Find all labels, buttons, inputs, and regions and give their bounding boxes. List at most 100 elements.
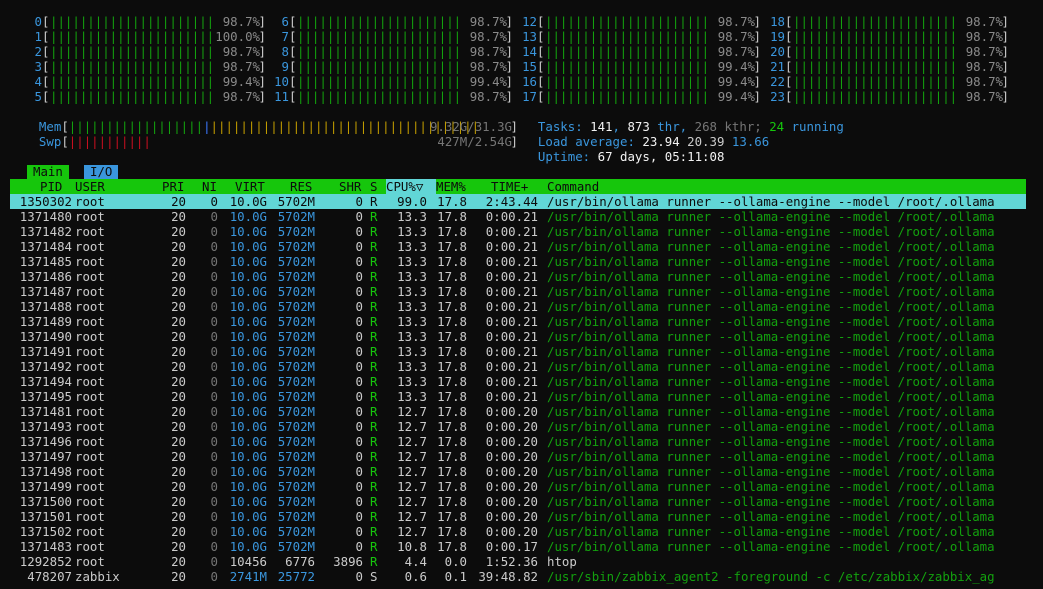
cpu-bracket-close: ] <box>753 14 761 29</box>
col-cpu[interactable]: CPU%▽ <box>386 179 436 194</box>
process-shr: 0 <box>355 539 363 554</box>
process-time: 0:00.21 <box>485 389 538 404</box>
process-cpu: 13.3 <box>397 359 427 374</box>
process-s: R <box>370 314 378 329</box>
process-row[interactable]: 1371489 root 20 0 10.0G 5702M 0 R 13.3 17.8 0:00.2… <box>10 314 1026 329</box>
cpu-bracket-close: ] <box>505 14 513 29</box>
process-virt: 2741M <box>229 569 267 584</box>
process-time: 1:52.36 <box>485 554 538 569</box>
process-user: root <box>75 224 105 239</box>
process-row[interactable]: 1371490 root 20 0 10.0G 5702M 0 R 13.3 17.8 0:00.2… <box>10 329 1026 344</box>
process-row[interactable]: 1371484 root 20 0 10.0G 5702M 0 R 13.3 17.8 0:00.2… <box>10 239 1026 254</box>
process-row[interactable]: 1371486 root 20 0 10.0G 5702M 0 R 13.3 17.8 0:00.2… <box>10 269 1026 284</box>
cpu-usage-bar: ||||||||||||||||||||||||||||||||||||||||… <box>545 44 707 59</box>
process-cpu: 13.3 <box>397 374 427 389</box>
process-mem: 17.8 <box>437 464 467 479</box>
process-virt: 10.0G <box>229 209 267 224</box>
process-time: 0:00.20 <box>485 479 538 494</box>
process-row[interactable]: 1292852 root 20 0 10456 6776 3896 R 4.4 0.0 1:52.3… <box>10 554 1026 569</box>
cpu-bracket-open: [ <box>42 14 50 29</box>
process-mem: 17.8 <box>437 284 467 299</box>
process-row[interactable]: 1371491 root 20 0 10.0G 5702M 0 R 13.3 17.8 0:00.2… <box>10 344 1026 359</box>
process-row[interactable]: 1371497 root 20 0 10.0G 5702M 0 R 12.7 17.8 0:00.2… <box>10 449 1026 464</box>
process-cpu: 13.3 <box>397 314 427 329</box>
tab-io[interactable]: I/O <box>84 165 119 179</box>
process-time: 0:00.21 <box>485 269 538 284</box>
process-row[interactable]: 1371493 root 20 0 10.0G 5702M 0 R 12.7 17.8 0:00.2… <box>10 419 1026 434</box>
process-ni: 0 <box>210 314 218 329</box>
tab-main[interactable]: Main <box>27 165 69 179</box>
process-ni: 0 <box>210 284 218 299</box>
col-pri[interactable]: PRI <box>162 179 184 194</box>
process-cmd: htop <box>547 554 577 569</box>
process-row[interactable]: 1371480 root 20 0 10.0G 5702M 0 R 13.3 17.8 0:00.2… <box>10 209 1026 224</box>
process-mem: 17.8 <box>437 209 467 224</box>
process-row[interactable]: 1371488 root 20 0 10.0G 5702M 0 R 13.3 17.8 0:00.2… <box>10 299 1026 314</box>
process-time: 0:00.21 <box>485 314 538 329</box>
cpu-meter-3: 3[||||||||||||||||||||||||||||||||||||||… <box>20 59 266 74</box>
col-virt[interactable]: VIRT <box>235 179 265 194</box>
cpu-usage-value: 98.7% <box>965 44 1003 59</box>
process-row[interactable]: 1371481 root 20 0 10.0G 5702M 0 R 12.7 17.8 0:00.2… <box>10 404 1026 419</box>
cpu-usage-value: 98.7% <box>469 89 507 104</box>
cpu-usage-bar: ||||||||||||||||||||||||||||||||||||||||… <box>545 89 707 104</box>
col-mem[interactable]: MEM% <box>436 179 466 194</box>
col-command[interactable]: Command <box>547 179 599 194</box>
col-res[interactable]: RES <box>290 179 312 194</box>
process-row[interactable]: 1371485 root 20 0 10.0G 5702M 0 R 13.3 17.8 0:00.2… <box>10 254 1026 269</box>
process-row[interactable]: 1371494 root 20 0 10.0G 5702M 0 R 13.3 17.8 0:00.2… <box>10 374 1026 389</box>
cpu-meter-5: 5[||||||||||||||||||||||||||||||||||||||… <box>20 89 266 104</box>
process-cmd: /usr/sbin/zabbix_agent2 -foreground -c /… <box>547 569 995 584</box>
col-s[interactable]: S <box>370 179 377 194</box>
process-shr: 0 <box>355 464 363 479</box>
process-user: root <box>75 329 105 344</box>
process-row[interactable]: 478207 zabbix 20 0 2741M 25772 0 S 0.6 0.1 39:48.8… <box>10 569 1026 584</box>
process-row[interactable]: 1371492 root 20 0 10.0G 5702M 0 R 13.3 17.8 0:00.2… <box>10 359 1026 374</box>
process-row[interactable]: 1350302 root 20 0 10.0G 5702M 0 R 99.0 17.8 2:43.4… <box>10 194 1026 209</box>
cpu-meter-19: 19[|||||||||||||||||||||||||||||||||||||… <box>763 29 1009 44</box>
cpu-bracket-close: ] <box>505 89 513 104</box>
process-row[interactable]: 1371498 root 20 0 10.0G 5702M 0 R 12.7 17.8 0:00.2… <box>10 464 1026 479</box>
process-mem: 17.8 <box>437 194 467 209</box>
cpu-meter-10: 10[|||||||||||||||||||||||||||||||||||||… <box>267 74 513 89</box>
process-shr: 0 <box>355 314 363 329</box>
process-ni: 0 <box>210 434 218 449</box>
process-shr: 0 <box>355 344 363 359</box>
col-user[interactable]: USER <box>75 179 105 194</box>
process-virt: 10.0G <box>229 239 267 254</box>
process-s: R <box>370 374 378 389</box>
process-user: root <box>75 524 105 539</box>
col-pid[interactable]: PID <box>40 179 62 194</box>
process-row[interactable]: 1371496 root 20 0 10.0G 5702M 0 R 12.7 17.8 0:00.2… <box>10 434 1026 449</box>
process-row[interactable]: 1371495 root 20 0 10.0G 5702M 0 R 13.3 17.8 0:00.2… <box>10 389 1026 404</box>
process-pri: 20 <box>171 224 186 239</box>
process-row[interactable]: 1371500 root 20 0 10.0G 5702M 0 R 12.7 17.8 0:00.2… <box>10 494 1026 509</box>
process-row[interactable]: 1371482 root 20 0 10.0G 5702M 0 R 13.3 17.8 0:00.2… <box>10 224 1026 239</box>
process-user: root <box>75 509 105 524</box>
process-virt: 10.0G <box>229 329 267 344</box>
process-row[interactable]: 1371501 root 20 0 10.0G 5702M 0 R 12.7 17.8 0:00.2… <box>10 509 1026 524</box>
process-cmd: /usr/bin/ollama runner --ollama-engine -… <box>547 539 995 554</box>
process-virt: 10.0G <box>229 479 267 494</box>
process-mem: 17.8 <box>437 374 467 389</box>
process-user: root <box>75 434 105 449</box>
process-virt: 10.0G <box>229 269 267 284</box>
process-pid: 1371498 <box>19 464 72 479</box>
col-ni[interactable]: NI <box>202 179 217 194</box>
process-ni: 0 <box>210 419 218 434</box>
col-shr[interactable]: SHR <box>339 179 361 194</box>
process-virt: 10.0G <box>229 434 267 449</box>
process-pri: 20 <box>171 434 186 449</box>
process-row[interactable]: 1371502 root 20 0 10.0G 5702M 0 R 12.7 17.8 0:00.2… <box>10 524 1026 539</box>
cpu-meter-21: 21[|||||||||||||||||||||||||||||||||||||… <box>763 59 1009 74</box>
process-shr: 0 <box>355 524 363 539</box>
process-row[interactable]: 1371483 root 20 0 10.0G 5702M 0 R 10.8 17.8 0:00.1… <box>10 539 1026 554</box>
process-s: R <box>370 329 378 344</box>
process-row[interactable]: 1371487 root 20 0 10.0G 5702M 0 R 13.3 17.8 0:00.2… <box>10 284 1026 299</box>
process-mem: 17.8 <box>437 419 467 434</box>
col-time[interactable]: TIME+ <box>491 179 528 194</box>
process-time: 0:00.20 <box>485 434 538 449</box>
cpu-bracket-close: ] <box>753 89 761 104</box>
process-row[interactable]: 1371499 root 20 0 10.0G 5702M 0 R 12.7 17.8 0:00.2… <box>10 479 1026 494</box>
process-pri: 20 <box>171 569 186 584</box>
